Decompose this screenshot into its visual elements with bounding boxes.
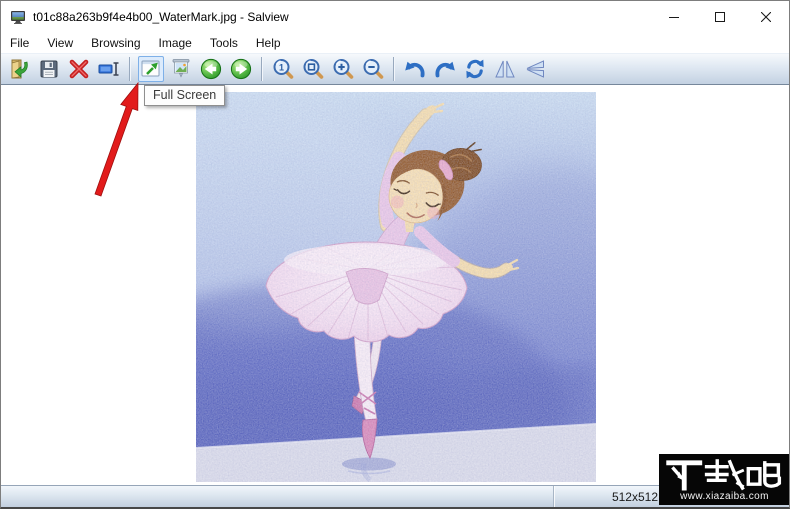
next-image-button[interactable] [228, 56, 254, 82]
image-dimensions-label: 512x512 [611, 489, 658, 504]
full-screen-tooltip: Full Screen [144, 85, 226, 106]
flip-vertical-icon [526, 60, 544, 78]
toolbar-separator [393, 57, 395, 81]
zoom-out-button[interactable] [360, 56, 386, 82]
toolbar: 1 [1, 53, 789, 85]
window-controls [651, 1, 789, 33]
delete-x-icon [69, 59, 89, 79]
rotate-right-icon [435, 61, 455, 78]
menu-browsing[interactable]: Browsing [82, 34, 149, 53]
minimize-button[interactable] [651, 1, 697, 33]
salview-window: t01c88a263b9f4e4b00_WaterMark.jpg - Salv… [0, 0, 790, 509]
watermark-url: www.xiazaiba.com [680, 490, 769, 502]
maximize-icon [715, 12, 725, 22]
rename-icon [98, 62, 119, 76]
toolbar-separator [129, 57, 131, 81]
flip-vertical-button[interactable] [522, 56, 548, 82]
ballerina-image [196, 92, 596, 482]
full-screen-button[interactable] [138, 56, 164, 82]
slideshow-button[interactable] [168, 56, 194, 82]
zoom-actual-size-button[interactable]: 1 [270, 56, 296, 82]
open-button[interactable] [6, 56, 32, 82]
rename-button[interactable] [96, 56, 122, 82]
zoom-out-icon [363, 59, 384, 79]
rotate-right-button[interactable] [432, 56, 458, 82]
zoom-fit-button[interactable] [300, 56, 326, 82]
minimize-icon [669, 17, 679, 18]
zoom-in-button[interactable] [330, 56, 356, 82]
slideshow-icon [172, 59, 190, 78]
svg-text:1: 1 [279, 62, 284, 72]
delete-button[interactable] [66, 56, 92, 82]
zoom-in-icon [333, 59, 354, 79]
menu-bar: File View Browsing Image Tools Help [1, 33, 789, 53]
watermark: www.xiazaiba.com [659, 454, 789, 505]
previous-arrow-icon [200, 58, 222, 80]
zoom-actual-size-icon: 1 [273, 59, 294, 79]
refresh-button[interactable] [462, 56, 488, 82]
save-floppy-icon [40, 60, 58, 78]
flip-horizontal-button[interactable] [492, 56, 518, 82]
menu-view[interactable]: View [38, 34, 82, 53]
watermark-logo [665, 458, 781, 491]
menu-help[interactable]: Help [247, 34, 290, 53]
next-arrow-icon [230, 58, 252, 80]
close-button[interactable] [743, 1, 789, 33]
title-bar: t01c88a263b9f4e4b00_WaterMark.jpg - Salv… [1, 1, 789, 33]
rotate-left-button[interactable] [402, 56, 428, 82]
menu-tools[interactable]: Tools [201, 34, 247, 53]
flip-horizontal-icon [495, 60, 515, 78]
image-viewport [1, 85, 789, 485]
open-folder-icon [11, 59, 28, 79]
close-icon [761, 12, 771, 22]
salview-app-icon [10, 9, 26, 25]
menu-image[interactable]: Image [150, 34, 201, 53]
maximize-button[interactable] [697, 1, 743, 33]
save-button[interactable] [36, 56, 62, 82]
refresh-icon [466, 59, 484, 79]
full-screen-icon [141, 60, 160, 77]
previous-image-button[interactable] [198, 56, 224, 82]
menu-file[interactable]: File [1, 34, 38, 53]
rotate-left-icon [405, 61, 425, 78]
window-title: t01c88a263b9f4e4b00_WaterMark.jpg - Salv… [33, 10, 289, 24]
toolbar-separator [261, 57, 263, 81]
status-pane-left [1, 486, 554, 507]
zoom-fit-icon [303, 59, 324, 79]
